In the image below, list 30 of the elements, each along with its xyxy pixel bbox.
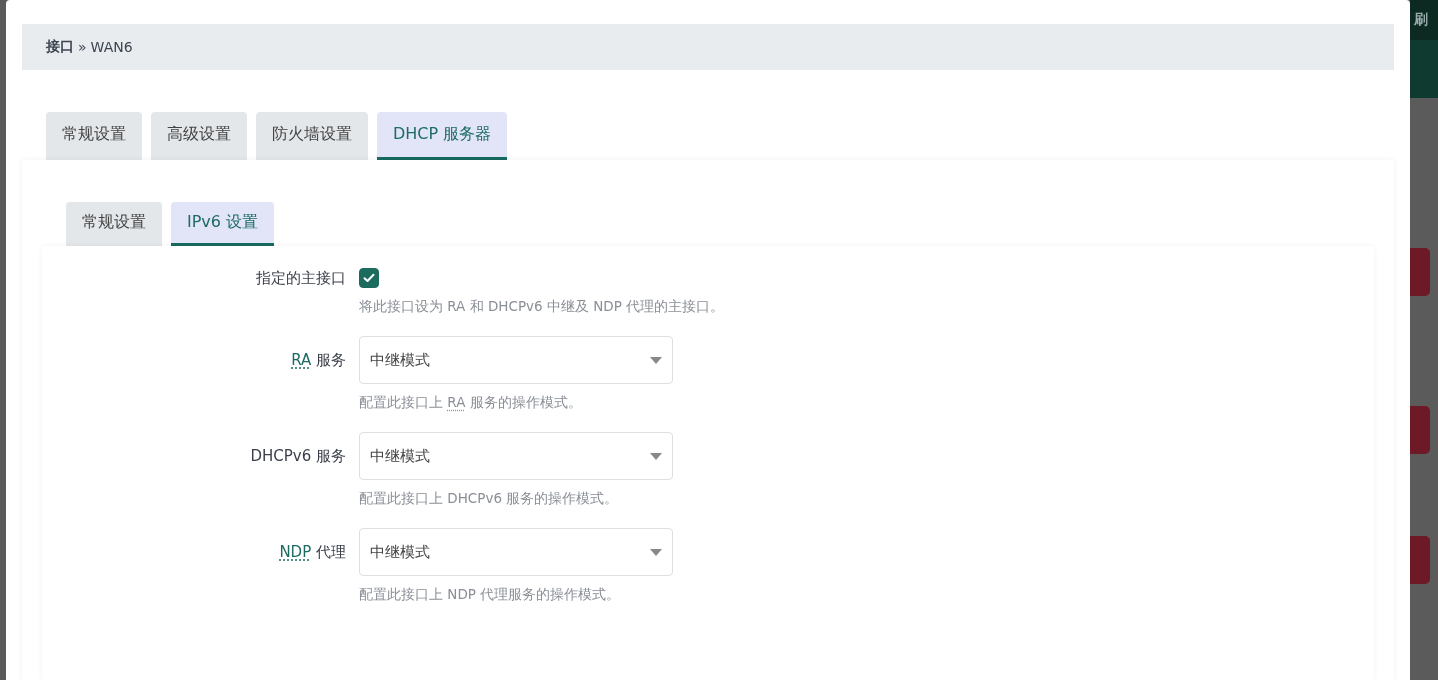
button-stub [1410, 406, 1430, 454]
checkbox[interactable] [359, 268, 379, 288]
tab[interactable]: 常规设置 [46, 112, 142, 160]
sub-tab[interactable]: IPv6 设置 [171, 202, 275, 246]
check-icon [363, 273, 375, 283]
tab[interactable]: DHCP 服务器 [377, 112, 508, 160]
caret-icon [650, 548, 662, 556]
header-band [1410, 40, 1438, 98]
caret-icon [650, 452, 662, 460]
dropdown[interactable]: 中继模式 [359, 528, 673, 576]
button-stub [1410, 248, 1430, 296]
dropdown[interactable]: 中继模式 [359, 432, 673, 480]
dropdown[interactable]: 中继模式 [359, 336, 673, 384]
button-stub [1410, 536, 1430, 584]
field-description: 配置此接口上 DHCPv6 服务的操作模式。 [359, 490, 619, 508]
field-label: NDP 代理 [279, 542, 346, 562]
field-label: RA 服务 [291, 350, 346, 370]
breadcrumb-current: WAN6 [90, 39, 133, 55]
tab[interactable]: 高级设置 [151, 112, 247, 160]
sub-tab[interactable]: 常规设置 [66, 202, 162, 246]
breadcrumb-separator: » [78, 39, 87, 55]
tab[interactable]: 防火墙设置 [256, 112, 368, 160]
field-label: DHCPv6 服务 [250, 446, 346, 466]
breadcrumb-link[interactable]: 接口 [46, 38, 74, 56]
field-description: 配置此接口上 NDP 代理服务的操作模式。 [359, 586, 621, 604]
field-description: 将此接口设为 RA 和 DHCPv6 中继及 NDP 代理的主接口。 [359, 298, 725, 316]
field-label: 指定的主接口 [256, 268, 346, 288]
field-description: 配置此接口上 RA 服务的操作模式。 [359, 394, 582, 412]
header-text: 刷 [1414, 11, 1428, 29]
caret-icon [650, 356, 662, 364]
